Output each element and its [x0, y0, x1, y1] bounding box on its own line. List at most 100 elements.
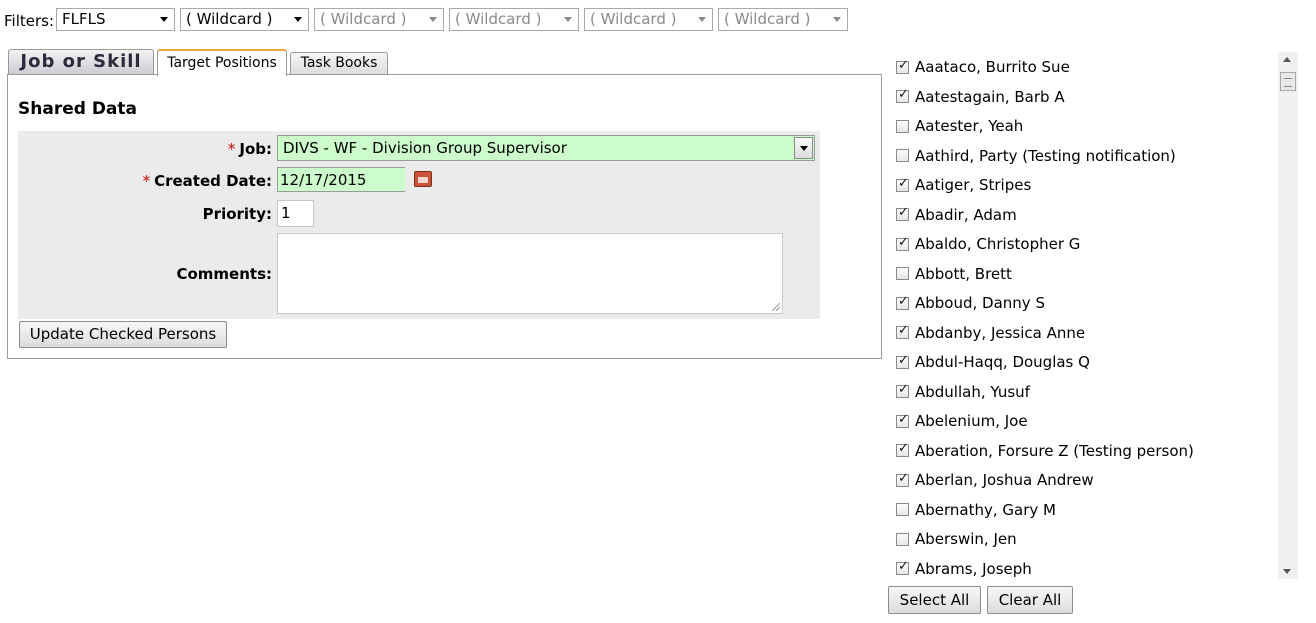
filter-select-1[interactable]: FLFLS	[56, 8, 175, 31]
person-checkbox[interactable]	[896, 559, 909, 575]
person-checkbox[interactable]	[896, 58, 909, 74]
job-select-value: DIVS - WF - Division Group Supervisor	[283, 139, 567, 157]
list-item[interactable]: Abaldo, Christopher G	[896, 232, 1080, 256]
list-item[interactable]: Abernathy, Gary M	[896, 498, 1056, 522]
person-checkbox[interactable]	[896, 149, 909, 162]
tab-task-books[interactable]: Task Books	[290, 52, 388, 74]
scroll-up-icon[interactable]	[1283, 57, 1291, 62]
filter-select-3-value: ( Wildcard )	[320, 10, 407, 28]
person-checkbox[interactable]	[896, 471, 909, 487]
filter-select-2[interactable]: ( Wildcard )	[180, 8, 309, 31]
filter-select-5-value: ( Wildcard )	[590, 10, 677, 28]
person-checkbox[interactable]	[896, 176, 909, 192]
panel-title: Shared Data	[18, 99, 137, 119]
chevron-down-icon	[833, 17, 841, 22]
chevron-down-icon	[294, 17, 302, 22]
comments-label: Comments:	[176, 265, 272, 283]
person-checkbox[interactable]	[896, 382, 909, 398]
list-item[interactable]: Abbott, Brett	[896, 262, 1012, 286]
person-checkbox[interactable]	[896, 119, 909, 133]
filter-select-2-value: ( Wildcard )	[186, 10, 273, 28]
scroll-down-icon[interactable]	[1283, 569, 1291, 574]
clear-all-button[interactable]: Clear All	[987, 586, 1073, 614]
list-item[interactable]: Aatester, Yeah	[896, 114, 1023, 138]
scroll-thumb[interactable]	[1280, 72, 1296, 91]
job-label: * Job:	[228, 140, 272, 158]
person-name: Abrams, Joseph	[915, 559, 1032, 578]
person-name: Abbott, Brett	[915, 264, 1012, 283]
person-checkbox[interactable]	[896, 205, 909, 221]
required-marker: *	[142, 172, 151, 190]
filter-select-5[interactable]: ( Wildcard )	[584, 8, 713, 31]
update-checked-persons-button[interactable]: Update Checked Persons	[19, 321, 227, 348]
priority-label: Priority:	[202, 205, 272, 223]
shared-data-form: * Job: DIVS - WF - Division Group Supervi…	[18, 131, 820, 319]
list-item[interactable]: Abrams, Joseph	[896, 557, 1032, 580]
person-name: Abelenium, Joe	[915, 412, 1028, 430]
person-checkbox[interactable]	[896, 235, 909, 251]
created-date-input[interactable]: 12/17/2015	[277, 167, 405, 192]
person-checkbox[interactable]	[896, 353, 909, 369]
chevron-down-icon	[160, 17, 168, 22]
filter-select-6-value: ( Wildcard )	[724, 10, 811, 28]
person-name: Abaldo, Christopher G	[915, 235, 1081, 253]
list-item[interactable]: Aberation, Forsure Z (Testing person)	[896, 439, 1194, 463]
comments-textarea[interactable]	[277, 233, 783, 314]
job-select[interactable]: DIVS - WF - Division Group Supervisor	[277, 135, 815, 161]
select-all-button[interactable]: Select All	[888, 586, 981, 614]
person-name: Aathird, Party (Testing notification)	[915, 146, 1176, 165]
chevron-down-icon	[564, 17, 572, 22]
list-item[interactable]: Abdullah, Yusuf	[896, 380, 1030, 404]
list-item[interactable]: Abdanby, Jessica Anne	[896, 321, 1085, 345]
person-checkbox[interactable]	[896, 294, 909, 310]
person-checkbox[interactable]	[896, 412, 909, 428]
person-name: Aatestagain, Barb A	[915, 87, 1065, 106]
person-name: Aaataco, Burrito Sue	[915, 58, 1070, 76]
created-date-label: * Created Date:	[143, 172, 272, 190]
tab-target-positions[interactable]: Target Positions	[157, 49, 287, 76]
person-name: Aberswin, Jen	[915, 530, 1017, 548]
list-item[interactable]: Aberswin, Jen	[896, 527, 1017, 551]
list-item[interactable]: Abelenium, Joe	[896, 409, 1028, 433]
person-list-scrollbar[interactable]	[1278, 52, 1298, 579]
person-checkbox[interactable]	[896, 441, 909, 457]
filter-select-6[interactable]: ( Wildcard )	[718, 8, 848, 31]
person-checkbox[interactable]	[896, 87, 909, 103]
chevron-down-icon	[429, 17, 437, 22]
person-name: Aatiger, Stripes	[915, 176, 1032, 194]
list-item[interactable]: Abboud, Danny S	[896, 291, 1045, 315]
chevron-down-icon	[698, 17, 706, 22]
list-item[interactable]: Abdul-Haqq, Douglas Q	[896, 350, 1090, 374]
calendar-icon[interactable]	[414, 171, 432, 187]
person-name: Abdullah, Yusuf	[915, 382, 1030, 401]
person-name: Abdanby, Jessica Anne	[915, 323, 1086, 342]
priority-input[interactable]: 1	[277, 200, 314, 227]
person-name: Abernathy, Gary M	[915, 500, 1056, 519]
filters-label: Filters:	[4, 12, 55, 30]
person-checkbox[interactable]	[896, 267, 909, 280]
person-name: Abadir, Adam	[915, 205, 1017, 224]
person-list: Aaataco, Burrito Sue Aatestagain, Barb A A…	[890, 52, 1275, 579]
filter-select-3[interactable]: ( Wildcard )	[314, 8, 444, 31]
required-marker: *	[227, 140, 236, 158]
chevron-down-icon[interactable]	[794, 137, 813, 159]
filters-bar: Filters:	[4, 8, 58, 34]
person-name: Aberation, Forsure Z (Testing person)	[915, 441, 1194, 460]
list-item[interactable]: Aberlan, Joshua Andrew	[896, 468, 1094, 492]
person-checkbox[interactable]	[896, 532, 909, 546]
person-name: Aatester, Yeah	[915, 117, 1024, 135]
list-item[interactable]: Aaataco, Burrito Sue	[896, 55, 1070, 79]
list-item[interactable]: Aatestagain, Barb A	[896, 85, 1065, 109]
list-item[interactable]: Aathird, Party (Testing notification)	[896, 144, 1176, 168]
person-checkbox[interactable]	[896, 503, 909, 516]
person-name: Aberlan, Joshua Andrew	[915, 471, 1094, 489]
filter-select-4-value: ( Wildcard )	[455, 10, 542, 28]
list-item[interactable]: Abadir, Adam	[896, 203, 1017, 227]
person-name: Abboud, Danny S	[915, 294, 1045, 312]
filter-select-4[interactable]: ( Wildcard )	[449, 8, 579, 31]
created-date-label-text: Created Date:	[154, 172, 272, 190]
list-item[interactable]: Aatiger, Stripes	[896, 173, 1031, 197]
tab-job-or-skill[interactable]: Job or Skill	[8, 49, 154, 75]
shared-data-panel: Shared Data * Job: DIVS - WF - Division G…	[7, 74, 882, 359]
person-checkbox[interactable]	[896, 323, 909, 339]
